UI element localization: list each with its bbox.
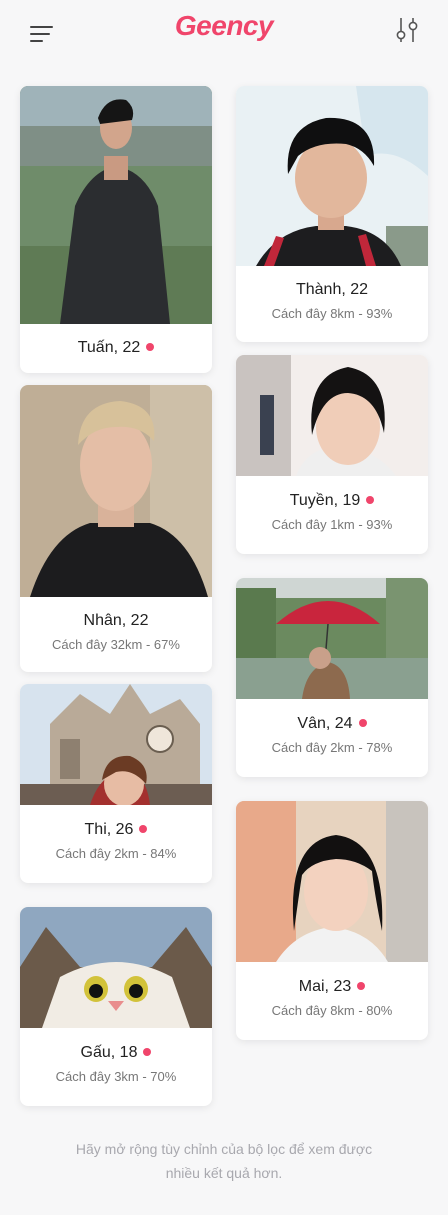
profile-distance: Cách đây 2km - 84% <box>55 846 177 861</box>
profile-name: Vân, 24 <box>236 714 428 734</box>
profile-name: Thành, 22 <box>295 281 369 298</box>
profile-photo <box>20 86 212 324</box>
filter-hint-text: Hãy mở rộng tùy chỉnh của bộ lọc để xem … <box>75 1141 373 1181</box>
profile-photo <box>20 385 212 597</box>
profile-distance: Cách đây 3km - 70% <box>55 1069 177 1084</box>
profile-card-thanh[interactable]: Thành, 22 Cách đây 8km - 93% <box>236 86 428 342</box>
profile-distance: Cách đây 32km - 67% <box>52 637 180 652</box>
profile-distance: Cách đây 8km - 80% <box>271 1003 393 1018</box>
online-indicator <box>146 342 155 351</box>
profile-name: Tuyền, 19 <box>236 491 428 511</box>
profile-name: Mai, 23 <box>236 977 428 997</box>
profile-card-thi[interactable]: Thi, 26 Cách đây 2km - 84% <box>20 684 212 883</box>
profile-card-mai[interactable]: Mai, 23 Cách đây 8km - 80% <box>236 801 428 1040</box>
profile-name: Nhân, 22 <box>83 612 149 629</box>
app-logo: Geency <box>174 10 274 41</box>
profile-distance: Cách đây 8km - 93% <box>271 306 393 321</box>
profile-card-tuyen[interactable]: Tuyền, 19 Cách đây 1km - 93% <box>236 355 428 554</box>
profile-name: Gấu, 18 <box>20 1043 212 1063</box>
online-indicator <box>366 495 375 504</box>
app-header: Geency <box>0 0 448 66</box>
profile-distance: Cách đây 1km - 93% <box>271 517 393 532</box>
profile-name: Thi, 26 <box>20 820 212 840</box>
profile-card-tuan[interactable]: Tuấn, 22 <box>20 86 212 373</box>
profile-name: Tuấn, 22 <box>20 338 212 358</box>
online-indicator <box>357 981 366 990</box>
profile-card-van[interactable]: Vân, 24 Cách đây 2km - 78% <box>236 578 428 777</box>
profile-card-nhan[interactable]: Nhân, 22 Cách đây 32km - 67% <box>20 385 212 672</box>
profile-photo <box>236 86 428 266</box>
profile-photo <box>236 578 428 699</box>
online-indicator <box>143 1047 152 1056</box>
profile-photo <box>20 907 212 1028</box>
profile-card-gau[interactable]: Gấu, 18 Cách đây 3km - 70% <box>20 907 212 1106</box>
profile-photo <box>20 684 212 805</box>
profile-distance: Cách đây 2km - 78% <box>271 740 393 755</box>
online-indicator <box>358 718 367 727</box>
filter-sliders-icon[interactable] <box>394 16 420 44</box>
profile-photo <box>236 355 428 476</box>
online-indicator <box>139 824 148 833</box>
profile-photo <box>236 801 428 962</box>
